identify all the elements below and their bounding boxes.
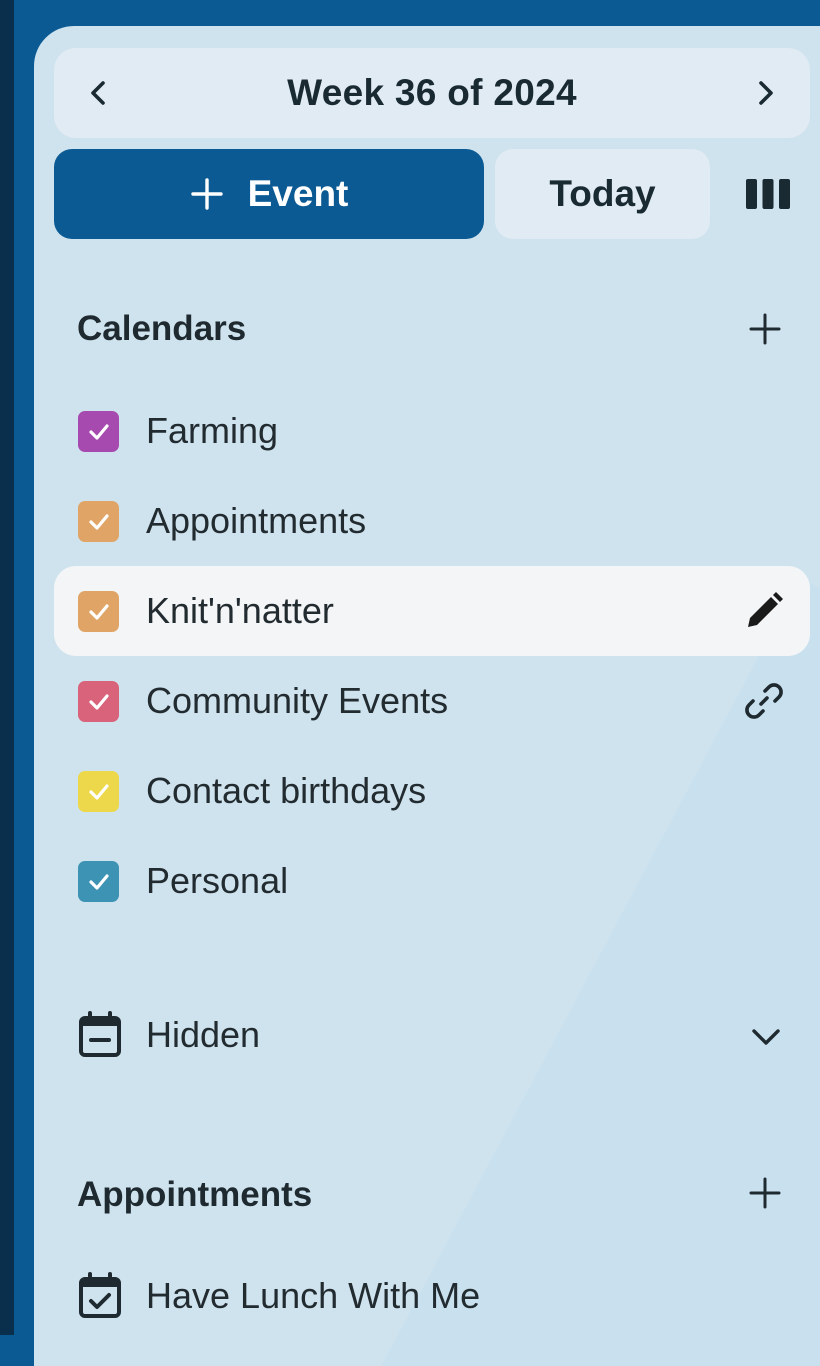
plus-icon — [749, 1177, 781, 1209]
calendar-item-label: Farming — [146, 410, 279, 451]
columns-view-icon — [746, 179, 790, 209]
week-navigator: Week 36 of 2024 — [54, 48, 810, 138]
previous-week-button[interactable] — [54, 48, 144, 138]
new-event-label: Event — [247, 173, 349, 214]
hidden-calendars-group[interactable]: Hidden — [54, 986, 810, 1082]
check-icon — [88, 603, 109, 620]
calendar-link-button[interactable] — [734, 676, 794, 726]
calendar-item-farming[interactable]: Farming — [54, 386, 810, 476]
check-icon — [88, 423, 109, 440]
calendar-checkbox[interactable] — [78, 501, 119, 542]
calendar-checkbox[interactable] — [78, 771, 119, 812]
add-calendar-button[interactable] — [740, 304, 790, 354]
pencil-icon — [748, 592, 783, 627]
calendar-minus-icon — [79, 1011, 121, 1057]
plus-icon — [749, 313, 781, 345]
calendar-item-label: Knit'n'natter — [146, 590, 334, 631]
calendar-item-personal[interactable]: Personal — [54, 836, 810, 926]
calendar-checkbox[interactable] — [78, 681, 119, 722]
edit-calendar-button[interactable] — [734, 586, 794, 636]
appointment-label: Have Lunch With Me — [146, 1275, 481, 1316]
calendar-item-contact-birthdays[interactable]: Contact birthdays — [54, 746, 810, 836]
sidebar-panel: Week 36 of 2024 Event Today Calendars Fa… — [34, 26, 820, 1366]
calendar-check-icon — [79, 1272, 121, 1318]
calendar-checkbox[interactable] — [78, 861, 119, 902]
chevron-right-icon — [759, 81, 773, 105]
calendar-item-appointments[interactable]: Appointments — [54, 476, 810, 566]
calendar-item-label: Contact birthdays — [146, 770, 427, 811]
calendar-item-label: Community Events — [146, 680, 449, 721]
view-switcher-button[interactable] — [730, 149, 806, 239]
today-button[interactable]: Today — [495, 149, 710, 239]
chevron-down-icon[interactable] — [744, 1014, 788, 1058]
add-appointment-button[interactable] — [740, 1168, 790, 1218]
next-week-button[interactable] — [720, 48, 810, 138]
plus-icon — [190, 178, 223, 210]
check-icon — [88, 693, 109, 710]
chevron-left-icon — [91, 81, 105, 105]
check-icon — [88, 783, 109, 800]
check-icon — [88, 873, 109, 890]
calendar-item-label: Appointments — [146, 500, 367, 541]
check-icon — [88, 513, 109, 530]
calendar-list: Farming Appointments Knit'n'natter Communit… — [54, 386, 810, 926]
today-label: Today — [549, 173, 656, 214]
hidden-group-label: Hidden — [146, 1014, 261, 1055]
new-event-button[interactable]: Event — [54, 149, 484, 239]
calendar-item-knit-n-natter[interactable]: Knit'n'natter — [54, 566, 810, 656]
calendar-checkbox[interactable] — [78, 411, 119, 452]
window-edge — [0, 0, 14, 1335]
appointments-section-title: Appointments — [77, 1175, 313, 1214]
appointment-item[interactable]: Have Lunch With Me — [54, 1251, 810, 1341]
week-title: Week 36 of 2024 — [287, 72, 577, 113]
link-icon — [745, 683, 783, 719]
calendars-section-title: Calendars — [77, 309, 247, 348]
calendar-item-community-events[interactable]: Community Events — [54, 656, 810, 746]
calendar-item-label: Personal — [146, 860, 289, 901]
calendar-checkbox[interactable] — [78, 591, 119, 632]
